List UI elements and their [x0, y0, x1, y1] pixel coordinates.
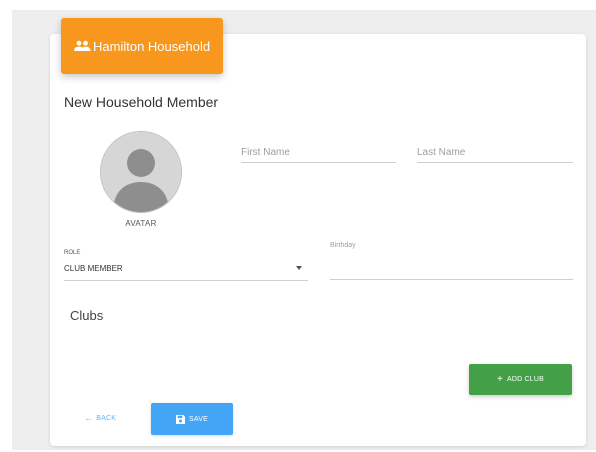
back-label: BACK	[96, 414, 117, 422]
plus-icon: +	[496, 374, 504, 385]
arrow-left-icon: ←	[84, 413, 94, 423]
household-title: Hamilton Household	[93, 38, 211, 54]
first-name-input[interactable]	[241, 142, 396, 163]
save-label: SAVE	[189, 415, 208, 423]
last-name-input[interactable]	[417, 142, 573, 163]
people-icon	[74, 40, 91, 51]
back-button[interactable]: ← BACK	[84, 410, 116, 426]
person-silhouette-icon	[101, 132, 181, 212]
avatar-label: AVATAR	[125, 219, 157, 228]
clubs-heading: Clubs	[70, 308, 104, 323]
role-selected-value: CLUB MEMBER	[64, 264, 123, 273]
birthday-label: Birthday	[330, 242, 356, 249]
birthday-input[interactable]	[330, 254, 573, 280]
role-label: ROLE	[64, 250, 81, 256]
caret-down-icon	[296, 266, 302, 270]
avatar[interactable]	[101, 132, 181, 212]
household-header: Hamilton Household	[61, 18, 223, 74]
save-button[interactable]: SAVE	[151, 403, 233, 435]
floppy-disk-icon	[176, 414, 186, 424]
form-title: New Household Member	[64, 94, 219, 110]
page: Hamilton Household New Household Member …	[0, 0, 596, 452]
add-club-button[interactable]: + ADD CLUB	[469, 364, 572, 395]
add-club-label: ADD CLUB	[507, 376, 545, 383]
role-select[interactable]: CLUB MEMBER	[64, 259, 308, 281]
